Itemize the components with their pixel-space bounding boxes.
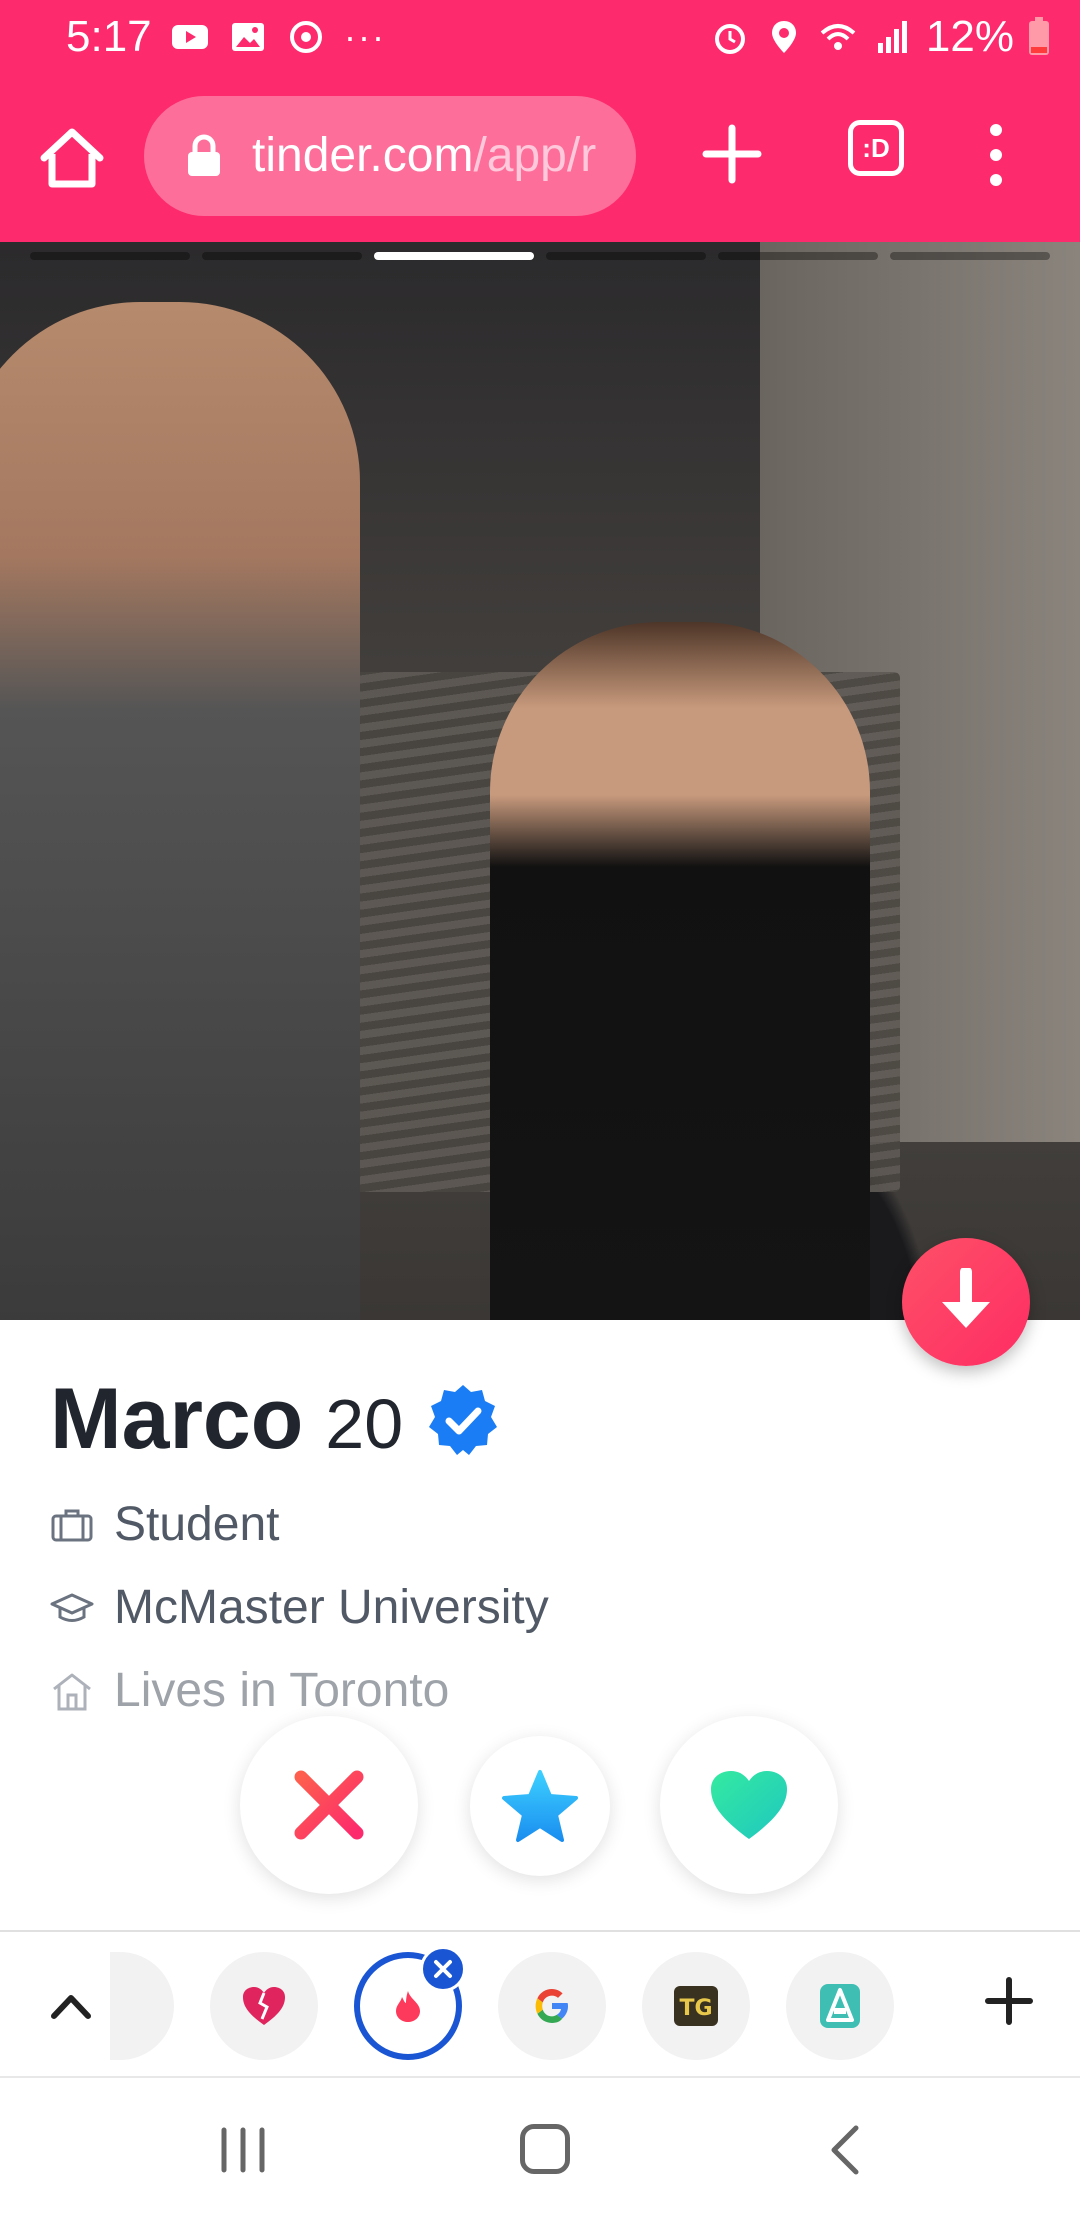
add-tab-icon[interactable] [984,1976,1034,2026]
profile-name: Marco [50,1371,304,1467]
photo-progress-segment [718,252,878,260]
flame-icon [396,1991,420,2022]
youtube-icon [172,25,208,49]
school-text: McMaster University [114,1581,549,1634]
tab-switcher-button[interactable]: :D [848,120,904,176]
close-icon [434,1960,452,1978]
svg-text:TG: TG [679,1996,712,2021]
tab-tg[interactable]: TG [642,1952,750,2060]
more-menu-icon[interactable] [976,120,1016,190]
photo-progress-segment [374,252,534,260]
photo-progress-segment [30,252,190,260]
graduation-cap-icon [50,1593,94,1622]
photo-progress-indicator [30,252,1050,262]
tab-app[interactable] [786,1952,894,2060]
job-text: Student [114,1498,280,1551]
home-icon[interactable] [36,122,108,194]
address-bar[interactable]: tinder.com/app/r [144,96,636,216]
profile-photo[interactable] [0,242,1080,1320]
location-text: Lives in Toronto [114,1664,450,1717]
arrow-down-icon [942,1268,990,1328]
profile-job: Student [50,1497,1030,1552]
lock-icon [188,134,220,176]
battery-icon [1029,17,1049,55]
super-like-button[interactable] [470,1736,610,1876]
google-icon [535,1989,568,2023]
sync-icon [290,21,322,53]
swipe-actions [0,1716,1080,1896]
chevron-up-icon[interactable] [48,1986,94,2026]
tab-heart[interactable] [210,1952,318,2060]
profile-info: Marco 20 Student McMaster University Liv… [50,1370,1030,1718]
more-notifications: ··· [344,16,386,57]
close-tab-button[interactable] [420,1946,466,1992]
like-button[interactable] [660,1716,838,1894]
house-icon [53,1673,91,1710]
browser-tab-strip: TG [0,1930,1080,2078]
profile-location: Lives in Toronto [50,1663,1030,1718]
alarm-icon [714,24,745,54]
app-icon [820,1984,860,2028]
url-text: tinder.com/app/r [252,128,622,183]
tg-logo-icon: TG [674,1986,718,2026]
wifi-icon [820,24,856,50]
recent-apps-icon[interactable] [218,2126,268,2174]
status-time: 5:17 [66,12,152,61]
photo-progress-segment [546,252,706,260]
android-nav-bar [0,2080,1080,2220]
profile-age: 20 [325,1385,404,1463]
back-icon[interactable] [830,2124,860,2176]
heart-icon [711,1771,787,1839]
star-icon [502,1770,578,1842]
tab-google[interactable] [498,1952,606,2060]
url-path: /app/r [473,129,597,182]
photo-progress-segment [890,252,1050,260]
profile-school: McMaster University [50,1580,1030,1635]
tab-partial[interactable] [110,1952,174,2060]
home-nav-button[interactable] [520,2124,570,2174]
verified-badge-icon [429,1384,498,1455]
battery-percent: 12% [925,12,1014,61]
x-icon [294,1770,364,1840]
new-tab-icon[interactable] [700,122,764,186]
status-bar: 5:17 ··· 12% [0,0,1080,72]
expand-profile-button[interactable] [902,1238,1030,1366]
location-icon [771,21,796,53]
browser-toolbar: tinder.com/app/r :D [0,92,1080,222]
photo-progress-segment [202,252,362,260]
url-host: tinder.com [252,129,474,182]
browser-header: 5:17 ··· 12% tinder.com/app/r :D [0,0,1080,242]
briefcase-icon [51,1509,93,1541]
broken-heart-icon [243,1987,285,2025]
signal-icon [877,21,907,53]
nope-button[interactable] [240,1716,418,1894]
gallery-icon [232,23,264,51]
